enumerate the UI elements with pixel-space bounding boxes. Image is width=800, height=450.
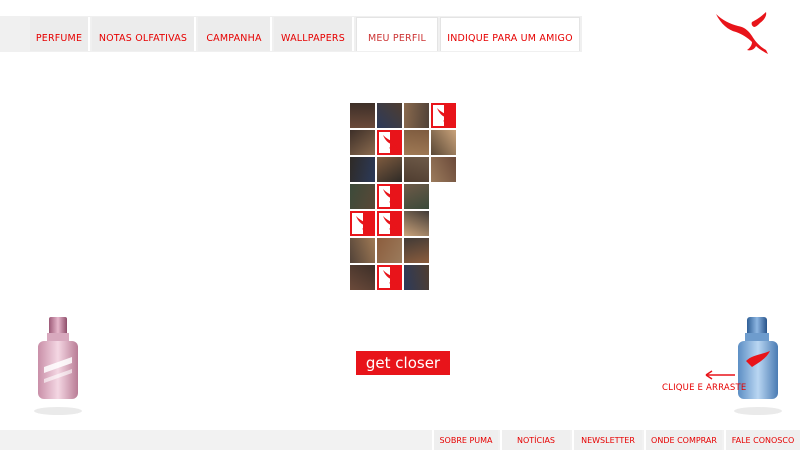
tab-meu-perfil[interactable]: MEU PERFIL [356,17,438,51]
footer-link-noticias[interactable]: NOTÍCIAS [500,430,570,450]
profile-photo-tile[interactable] [350,265,375,290]
profile-photo-tile[interactable] [350,157,375,182]
tab-perfume[interactable]: PERFUME [30,17,90,51]
puma-profile-tile[interactable] [350,211,375,236]
puma-profile-tile[interactable] [377,184,402,209]
blue-perfume-bottle[interactable] [730,315,786,423]
footer-link-onde-comprar[interactable]: ONDE COMPRAR [644,430,722,450]
profile-photo-tile[interactable] [431,130,456,155]
profile-photo-tile[interactable] [404,211,429,236]
puma-cat-icon [379,213,398,234]
profile-photo-tile[interactable] [350,103,375,128]
puma-cat-icon [352,213,371,234]
puma-profile-tile[interactable] [377,265,402,290]
profile-photo-tile[interactable] [404,184,429,209]
footer-link-sobre-puma[interactable]: SOBRE PUMA [432,430,498,450]
profile-photo-tile[interactable] [350,184,375,209]
profile-photo-tile[interactable] [404,238,429,263]
footer-link-fale-conosco[interactable]: FALE CONOSCO [724,430,800,450]
profile-photo-tile[interactable] [404,265,429,290]
footer-bar: SOBRE PUMA NOTÍCIAS NEWSLETTER ONDE COMP… [0,430,800,450]
puma-cat-icon [379,132,398,153]
pink-perfume-bottle[interactable] [30,315,86,423]
drag-hint-label: CLIQUE E ARRASTE [662,383,747,393]
tab-campanha[interactable]: CAMPANHA [198,17,272,51]
puma-logo-icon[interactable] [712,10,770,54]
puma-profile-tile[interactable] [377,211,402,236]
profile-photo-tile[interactable] [404,103,429,128]
profile-photo-tile[interactable] [404,157,429,182]
top-navigation: PERFUME NOTAS OLFATIVAS CAMPANHA WALLPAP… [0,0,800,52]
tab-wallpapers[interactable]: WALLPAPERS [274,17,354,51]
get-closer-button[interactable]: get closer [356,351,450,375]
profile-photo-tile[interactable] [350,238,375,263]
profile-photo-tile[interactable] [404,130,429,155]
footer-link-newsletter[interactable]: NEWSLETTER [572,430,642,450]
profile-photo-tile[interactable] [431,157,456,182]
puma-cat-icon [379,267,398,288]
profile-photo-tile[interactable] [377,103,402,128]
tab-notas-olfativas[interactable]: NOTAS OLFATIVAS [92,17,196,51]
tab-indique-para-um-amigo[interactable]: INDIQUE PARA UM AMIGO [440,17,580,51]
arrow-left-icon [705,370,735,380]
puma-profile-tile[interactable] [377,130,402,155]
puma-cat-icon [379,186,398,207]
profile-photo-tile[interactable] [350,130,375,155]
puma-profile-tile[interactable] [431,103,456,128]
profile-photo-tile[interactable] [377,238,402,263]
puma-cat-icon [433,105,452,126]
profile-photo-tile[interactable] [377,157,402,182]
